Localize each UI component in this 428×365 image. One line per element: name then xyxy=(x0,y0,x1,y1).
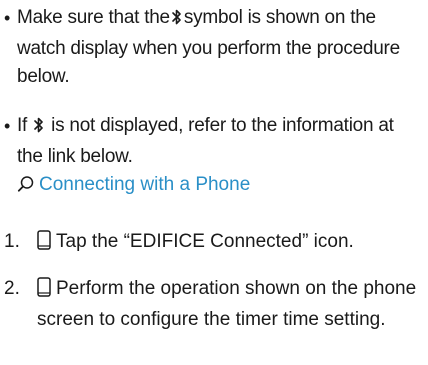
phone-icon xyxy=(37,277,51,306)
bullet-text-before: Make sure that the xyxy=(17,7,170,28)
bluetooth-icon xyxy=(33,115,45,143)
bullet-text-after: is not displayed, refer to the informati… xyxy=(17,115,394,167)
instruction-page: • Make sure that the symbol is shown on t… xyxy=(0,0,428,365)
bullet-item-check-bluetooth: • Make sure that the symbol is shown on t… xyxy=(4,4,424,91)
step-number: 1. xyxy=(4,231,20,252)
bullet-item-not-displayed: • If is not displayed, refer to the info… xyxy=(4,112,424,202)
step-number: 2. xyxy=(4,278,20,299)
step-item-1: 1. Tap the “EDIFICE Connected” icon. xyxy=(4,228,424,259)
bullet-text: Make sure that the symbol is shown on the… xyxy=(17,4,424,91)
bullet-text: If is not displayed, refer to the inform… xyxy=(17,112,424,171)
connecting-with-phone-link[interactable]: Connecting with a Phone xyxy=(17,171,424,202)
step-body: Tap the “EDIFICE Connected” icon. xyxy=(37,228,424,259)
step-text: Tap the “EDIFICE Connected” icon. xyxy=(56,231,354,252)
step-body: Perform the operation shown on the phone… xyxy=(37,275,424,334)
phone-icon xyxy=(37,230,51,259)
bluetooth-icon xyxy=(171,7,183,35)
bullet-dot: • xyxy=(4,116,11,136)
link-label[interactable]: Connecting with a Phone xyxy=(39,174,250,195)
bullet-text-before: If xyxy=(17,115,28,136)
step-text: Perform the operation shown on the phone… xyxy=(37,278,417,330)
search-icon xyxy=(17,174,35,202)
bullet-dot: • xyxy=(4,8,11,28)
step-item-2: 2. Perform the operation shown on the ph… xyxy=(4,275,424,334)
